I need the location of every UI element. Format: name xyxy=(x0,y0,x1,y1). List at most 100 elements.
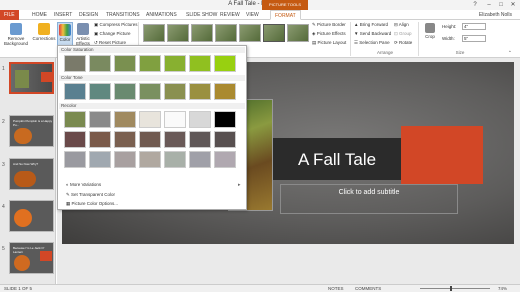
subtitle-text[interactable]: Click to add subtitle xyxy=(280,189,458,196)
saturation-option[interactable] xyxy=(164,55,186,72)
set-transparent-color-menu-item[interactable]: ✎ Set Transparent Color xyxy=(66,192,115,198)
recolor-option[interactable] xyxy=(139,151,161,168)
tab-insert[interactable]: INSERT xyxy=(50,10,76,20)
pumpkin-image xyxy=(14,209,32,227)
tab-review[interactable]: REVIEW xyxy=(216,10,244,20)
recolor-option[interactable] xyxy=(189,151,211,168)
zoom-slider[interactable] xyxy=(420,288,490,289)
saturation-option[interactable] xyxy=(114,55,136,72)
picture-effects-button[interactable]: ◈ Picture Effects xyxy=(312,31,346,37)
compress-pictures-button[interactable]: ▣ Compress Pictures xyxy=(94,22,138,28)
crop-icon xyxy=(425,23,435,33)
recolor-option[interactable] xyxy=(114,131,136,148)
rotate-button[interactable]: ⟳ Rotate xyxy=(394,40,412,46)
help-icon[interactable]: ? xyxy=(468,0,482,10)
tab-design[interactable]: DESIGN xyxy=(75,10,102,20)
zoom-slider-thumb[interactable] xyxy=(450,286,452,291)
picture-style-thumb[interactable] xyxy=(191,24,213,42)
saturation-option[interactable] xyxy=(139,55,161,72)
collapse-ribbon-icon[interactable]: ⌃ xyxy=(508,50,512,56)
recolor-option[interactable] xyxy=(89,151,111,168)
thumb-accent xyxy=(40,251,52,261)
picture-style-thumb[interactable] xyxy=(167,24,189,42)
tone-option[interactable] xyxy=(89,83,111,100)
tab-home[interactable]: HOME xyxy=(28,10,51,20)
width-field[interactable]: 5" xyxy=(462,35,486,42)
align-button[interactable]: ⊟ Align xyxy=(394,22,409,28)
remove-background-button[interactable]: Remove Background xyxy=(3,23,29,46)
recolor-option[interactable] xyxy=(139,131,161,148)
recolor-option[interactable] xyxy=(164,131,186,148)
picture-border-button[interactable]: ✎ Picture Border xyxy=(312,22,346,28)
tone-option[interactable] xyxy=(164,83,186,100)
picture-style-thumb[interactable] xyxy=(287,24,309,42)
window-title: A Fall Tale - PowerPoint xyxy=(228,1,292,7)
width-label: Width: xyxy=(442,36,455,41)
recolor-option[interactable] xyxy=(114,111,136,128)
corrections-label: Corrections xyxy=(32,36,56,41)
bring-forward-button[interactable]: ▲ Bring Forward xyxy=(354,22,388,27)
picture-style-thumb[interactable] xyxy=(263,24,285,42)
recolor-option[interactable] xyxy=(189,131,211,148)
tab-transitions[interactable]: TRANSITIONS xyxy=(102,10,144,20)
recolor-option[interactable] xyxy=(139,111,161,128)
tab-file[interactable]: FILE xyxy=(0,10,19,20)
corrections-button[interactable]: Corrections xyxy=(31,23,57,41)
slide-title[interactable]: A Fall Tale xyxy=(273,150,401,170)
accent-rectangle[interactable] xyxy=(401,126,483,184)
send-backward-button[interactable]: ▼ Send Backward xyxy=(354,31,391,36)
saturation-option[interactable] xyxy=(214,55,236,72)
recolor-option[interactable] xyxy=(89,131,111,148)
recolor-option[interactable] xyxy=(64,151,86,168)
picture-layout-button[interactable]: ▤ Picture Layout xyxy=(312,40,346,46)
color-gallery-dropdown: Color Saturation Color Tone Recolor ◐ Mo… xyxy=(57,45,247,210)
selection-pane-button[interactable]: ☰ Selection Pane xyxy=(354,40,390,46)
align-label: Align xyxy=(398,22,409,27)
group-button[interactable]: ⊡ Group xyxy=(394,31,412,37)
picture-style-thumb[interactable] xyxy=(215,24,237,42)
recolor-option[interactable] xyxy=(214,151,236,168)
tone-option[interactable] xyxy=(114,83,136,100)
recolor-option[interactable] xyxy=(64,111,86,128)
recolor-option[interactable] xyxy=(164,111,186,128)
user-name[interactable]: Elizabeth Nolls xyxy=(479,10,512,20)
tone-option[interactable] xyxy=(139,83,161,100)
tab-format[interactable]: FORMAT xyxy=(270,10,301,20)
more-variations-menu-item[interactable]: ◐ More Variations xyxy=(66,182,101,187)
slide-number: 4 xyxy=(2,204,5,210)
height-field[interactable]: 4" xyxy=(462,23,486,30)
send-backward-label: Send Backward xyxy=(359,31,392,36)
tone-option[interactable] xyxy=(214,83,236,100)
tab-view[interactable]: VIEW xyxy=(242,10,263,20)
recolor-option[interactable] xyxy=(164,151,186,168)
change-picture-button[interactable]: ▣ Change Picture xyxy=(94,31,131,37)
slide-thumbnail[interactable]: Because I'm Le Jack O' Lantern xyxy=(9,242,54,274)
saturation-option[interactable] xyxy=(89,55,111,72)
recolor-option[interactable] xyxy=(189,111,211,128)
saturation-option[interactable] xyxy=(64,55,86,72)
recolor-option[interactable] xyxy=(89,111,111,128)
recolor-option[interactable] xyxy=(114,151,136,168)
tone-option[interactable] xyxy=(64,83,86,100)
picture-style-thumb[interactable] xyxy=(143,24,165,42)
slide-thumbnail[interactable]: And So Now Why? xyxy=(9,158,54,190)
close-icon[interactable]: ✕ xyxy=(506,0,520,10)
selection-pane-label: Selection Pane xyxy=(359,40,390,45)
slide-thumbnail[interactable] xyxy=(9,200,54,232)
artistic-effects-button[interactable]: Artistic Effects xyxy=(74,23,92,46)
tone-option[interactable] xyxy=(189,83,211,100)
recolor-option[interactable] xyxy=(214,111,236,128)
slide-number: 3 xyxy=(2,162,5,168)
picture-style-thumb[interactable] xyxy=(239,24,261,42)
separator xyxy=(350,22,351,56)
pumpkins-image xyxy=(14,171,36,187)
picture-color-options-menu-item[interactable]: ▦ Picture Color Options... xyxy=(66,201,118,207)
saturation-option[interactable] xyxy=(189,55,211,72)
recolor-option[interactable] xyxy=(64,131,86,148)
slide-thumbnail-pane: 1 2 Pumpkin Pumpkin is a Happy Pu... 3 A… xyxy=(0,58,56,284)
recolor-option[interactable] xyxy=(214,131,236,148)
slide-thumbnail[interactable]: Pumpkin Pumpkin is a Happy Pu... xyxy=(9,115,54,147)
crop-button[interactable]: Crop xyxy=(421,23,439,39)
slide-thumbnail[interactable] xyxy=(9,62,54,94)
tab-animations[interactable]: ANIMATIONS xyxy=(142,10,181,20)
